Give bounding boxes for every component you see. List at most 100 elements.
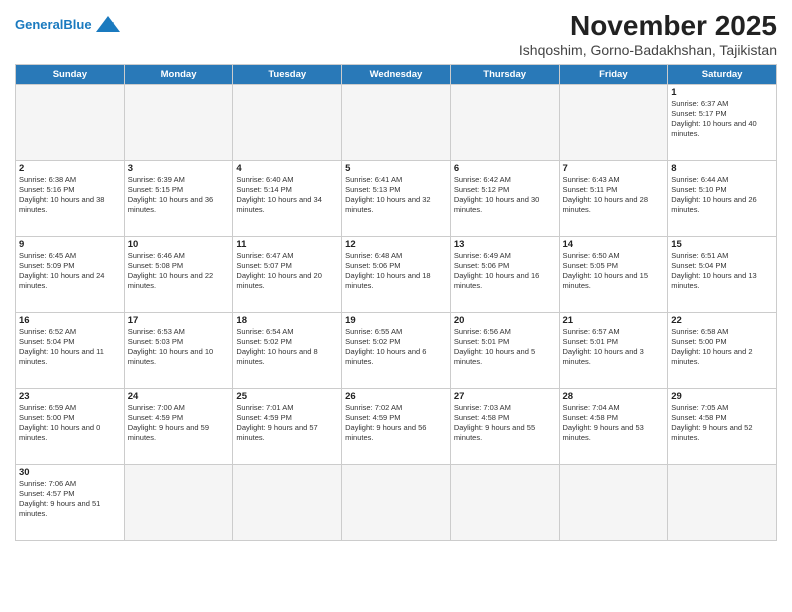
day-number: 19	[345, 315, 447, 326]
calendar-table: SundayMondayTuesdayWednesdayThursdayFrid…	[15, 64, 777, 541]
day-number: 30	[19, 467, 121, 478]
day-info: Sunrise: 6:53 AMSunset: 5:03 PMDaylight:…	[128, 327, 230, 368]
week-row-4: 23Sunrise: 6:59 AMSunset: 5:00 PMDayligh…	[16, 389, 777, 465]
day-info: Sunrise: 6:52 AMSunset: 5:04 PMDaylight:…	[19, 327, 121, 368]
day-cell: 7Sunrise: 6:43 AMSunset: 5:11 PMDaylight…	[559, 161, 668, 237]
day-cell: 10Sunrise: 6:46 AMSunset: 5:08 PMDayligh…	[124, 237, 233, 313]
day-info: Sunrise: 7:06 AMSunset: 4:57 PMDaylight:…	[19, 479, 121, 520]
day-info: Sunrise: 6:54 AMSunset: 5:02 PMDaylight:…	[236, 327, 338, 368]
day-cell: 15Sunrise: 6:51 AMSunset: 5:04 PMDayligh…	[668, 237, 777, 313]
header: GeneralBlue November 2025 Ishqoshim, Gor…	[15, 10, 777, 58]
day-number: 25	[236, 391, 338, 402]
day-cell	[342, 465, 451, 541]
header-day-sunday: Sunday	[16, 65, 125, 85]
day-number: 21	[563, 315, 665, 326]
location-title: Ishqoshim, Gorno-Badakhshan, Tajikistan	[519, 42, 777, 58]
day-number: 26	[345, 391, 447, 402]
month-title: November 2025	[519, 10, 777, 42]
day-number: 17	[128, 315, 230, 326]
day-cell: 11Sunrise: 6:47 AMSunset: 5:07 PMDayligh…	[233, 237, 342, 313]
day-info: Sunrise: 6:47 AMSunset: 5:07 PMDaylight:…	[236, 251, 338, 292]
day-number: 1	[671, 87, 773, 98]
day-number: 22	[671, 315, 773, 326]
day-info: Sunrise: 6:43 AMSunset: 5:11 PMDaylight:…	[563, 175, 665, 216]
day-number: 14	[563, 239, 665, 250]
day-number: 8	[671, 163, 773, 174]
week-row-1: 2Sunrise: 6:38 AMSunset: 5:16 PMDaylight…	[16, 161, 777, 237]
day-cell: 4Sunrise: 6:40 AMSunset: 5:14 PMDaylight…	[233, 161, 342, 237]
day-cell: 2Sunrise: 6:38 AMSunset: 5:16 PMDaylight…	[16, 161, 125, 237]
header-row: SundayMondayTuesdayWednesdayThursdayFrid…	[16, 65, 777, 85]
day-number: 29	[671, 391, 773, 402]
day-number: 23	[19, 391, 121, 402]
day-cell: 18Sunrise: 6:54 AMSunset: 5:02 PMDayligh…	[233, 313, 342, 389]
day-number: 2	[19, 163, 121, 174]
day-cell: 9Sunrise: 6:45 AMSunset: 5:09 PMDaylight…	[16, 237, 125, 313]
day-cell: 13Sunrise: 6:49 AMSunset: 5:06 PMDayligh…	[450, 237, 559, 313]
day-cell: 23Sunrise: 6:59 AMSunset: 5:00 PMDayligh…	[16, 389, 125, 465]
day-info: Sunrise: 7:04 AMSunset: 4:58 PMDaylight:…	[563, 403, 665, 444]
day-info: Sunrise: 7:03 AMSunset: 4:58 PMDaylight:…	[454, 403, 556, 444]
day-cell: 14Sunrise: 6:50 AMSunset: 5:05 PMDayligh…	[559, 237, 668, 313]
day-cell	[559, 465, 668, 541]
day-number: 18	[236, 315, 338, 326]
day-info: Sunrise: 6:56 AMSunset: 5:01 PMDaylight:…	[454, 327, 556, 368]
day-cell	[450, 465, 559, 541]
day-cell: 27Sunrise: 7:03 AMSunset: 4:58 PMDayligh…	[450, 389, 559, 465]
day-cell: 30Sunrise: 7:06 AMSunset: 4:57 PMDayligh…	[16, 465, 125, 541]
day-number: 28	[563, 391, 665, 402]
week-row-3: 16Sunrise: 6:52 AMSunset: 5:04 PMDayligh…	[16, 313, 777, 389]
day-cell: 8Sunrise: 6:44 AMSunset: 5:10 PMDaylight…	[668, 161, 777, 237]
day-info: Sunrise: 7:00 AMSunset: 4:59 PMDaylight:…	[128, 403, 230, 444]
day-info: Sunrise: 6:46 AMSunset: 5:08 PMDaylight:…	[128, 251, 230, 292]
logo-icon	[94, 14, 122, 36]
logo: GeneralBlue	[15, 14, 122, 36]
day-info: Sunrise: 6:45 AMSunset: 5:09 PMDaylight:…	[19, 251, 121, 292]
calendar-page: GeneralBlue November 2025 Ishqoshim, Gor…	[0, 0, 792, 612]
header-day-thursday: Thursday	[450, 65, 559, 85]
header-day-tuesday: Tuesday	[233, 65, 342, 85]
day-info: Sunrise: 6:40 AMSunset: 5:14 PMDaylight:…	[236, 175, 338, 216]
day-cell	[233, 465, 342, 541]
calendar-body: 1Sunrise: 6:37 AMSunset: 5:17 PMDaylight…	[16, 85, 777, 541]
logo-blue: Blue	[63, 17, 91, 32]
header-day-wednesday: Wednesday	[342, 65, 451, 85]
day-number: 4	[236, 163, 338, 174]
day-info: Sunrise: 6:58 AMSunset: 5:00 PMDaylight:…	[671, 327, 773, 368]
day-cell	[124, 465, 233, 541]
day-cell: 24Sunrise: 7:00 AMSunset: 4:59 PMDayligh…	[124, 389, 233, 465]
week-row-2: 9Sunrise: 6:45 AMSunset: 5:09 PMDaylight…	[16, 237, 777, 313]
day-number: 11	[236, 239, 338, 250]
day-number: 20	[454, 315, 556, 326]
day-cell: 17Sunrise: 6:53 AMSunset: 5:03 PMDayligh…	[124, 313, 233, 389]
week-row-0: 1Sunrise: 6:37 AMSunset: 5:17 PMDaylight…	[16, 85, 777, 161]
day-info: Sunrise: 6:49 AMSunset: 5:06 PMDaylight:…	[454, 251, 556, 292]
calendar-header: SundayMondayTuesdayWednesdayThursdayFrid…	[16, 65, 777, 85]
day-number: 15	[671, 239, 773, 250]
day-info: Sunrise: 6:51 AMSunset: 5:04 PMDaylight:…	[671, 251, 773, 292]
day-cell: 3Sunrise: 6:39 AMSunset: 5:15 PMDaylight…	[124, 161, 233, 237]
day-cell: 20Sunrise: 6:56 AMSunset: 5:01 PMDayligh…	[450, 313, 559, 389]
day-cell: 26Sunrise: 7:02 AMSunset: 4:59 PMDayligh…	[342, 389, 451, 465]
day-info: Sunrise: 7:01 AMSunset: 4:59 PMDaylight:…	[236, 403, 338, 444]
day-cell: 16Sunrise: 6:52 AMSunset: 5:04 PMDayligh…	[16, 313, 125, 389]
day-cell: 28Sunrise: 7:04 AMSunset: 4:58 PMDayligh…	[559, 389, 668, 465]
day-info: Sunrise: 7:02 AMSunset: 4:59 PMDaylight:…	[345, 403, 447, 444]
day-info: Sunrise: 6:55 AMSunset: 5:02 PMDaylight:…	[345, 327, 447, 368]
day-number: 27	[454, 391, 556, 402]
day-cell: 22Sunrise: 6:58 AMSunset: 5:00 PMDayligh…	[668, 313, 777, 389]
day-cell	[124, 85, 233, 161]
day-cell: 6Sunrise: 6:42 AMSunset: 5:12 PMDaylight…	[450, 161, 559, 237]
day-info: Sunrise: 6:39 AMSunset: 5:15 PMDaylight:…	[128, 175, 230, 216]
day-cell	[668, 465, 777, 541]
day-number: 3	[128, 163, 230, 174]
day-cell	[233, 85, 342, 161]
header-day-friday: Friday	[559, 65, 668, 85]
day-number: 10	[128, 239, 230, 250]
logo-text: GeneralBlue	[15, 18, 92, 32]
day-cell: 25Sunrise: 7:01 AMSunset: 4:59 PMDayligh…	[233, 389, 342, 465]
day-cell: 12Sunrise: 6:48 AMSunset: 5:06 PMDayligh…	[342, 237, 451, 313]
day-cell: 29Sunrise: 7:05 AMSunset: 4:58 PMDayligh…	[668, 389, 777, 465]
title-block: November 2025 Ishqoshim, Gorno-Badakhsha…	[519, 10, 777, 58]
header-day-saturday: Saturday	[668, 65, 777, 85]
